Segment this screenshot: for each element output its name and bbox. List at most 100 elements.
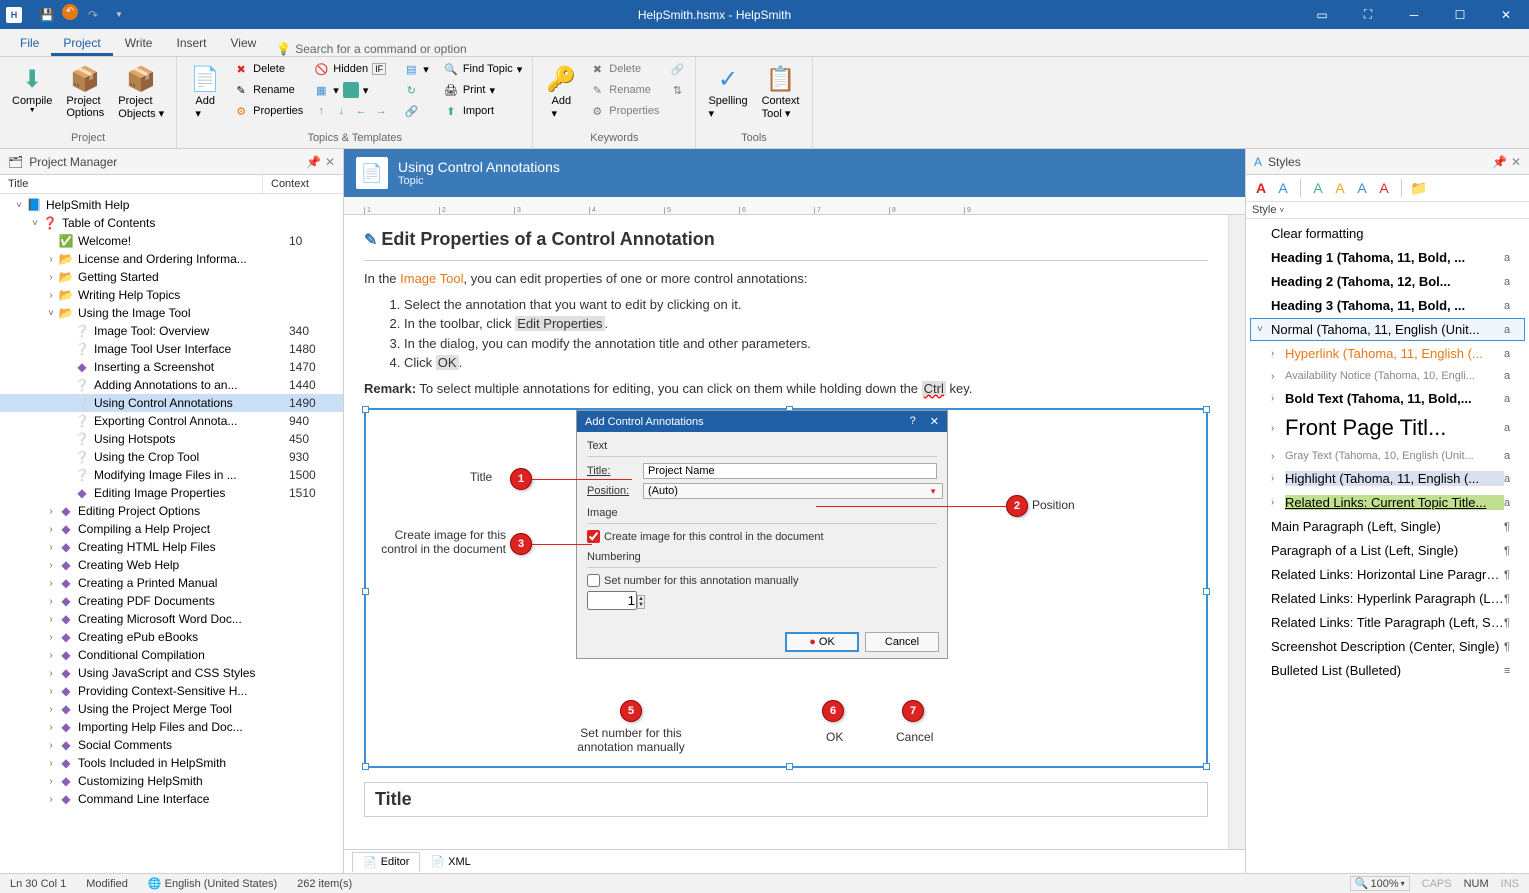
tree-row[interactable]: ›◆Creating Web Help: [0, 556, 343, 574]
focus-icon[interactable]: ⛶: [1345, 0, 1391, 29]
pin-icon[interactable]: 📌: [1492, 155, 1507, 169]
tree-row[interactable]: ›◆Conditional Compilation: [0, 646, 343, 664]
screenshot-frame[interactable]: Add Control Annotations?✕ Text Title: Po…: [364, 408, 1208, 768]
style-a-icon[interactable]: A: [1252, 179, 1270, 197]
tree-row[interactable]: ›◆Creating Microsoft Word Doc...: [0, 610, 343, 628]
minimize-icon[interactable]: ─: [1391, 0, 1437, 29]
layout-button[interactable]: ▦▾ ▾: [309, 80, 393, 100]
tree-row[interactable]: ❔Exporting Control Annota...940: [0, 412, 343, 430]
tree-row[interactable]: ›◆Creating PDF Documents: [0, 592, 343, 610]
editor-content[interactable]: Edit Properties of a Control Annotation …: [344, 215, 1228, 849]
zoom-control[interactable]: 🔍100%▾: [1350, 876, 1410, 891]
tree-row[interactable]: ›📂Writing Help Topics: [0, 286, 343, 304]
tree-row[interactable]: ›◆Editing Project Options: [0, 502, 343, 520]
pin-icon[interactable]: 📌: [306, 155, 321, 169]
tree-row[interactable]: ◆Inserting a Screenshot1470: [0, 358, 343, 376]
close-icon[interactable]: ✕: [1483, 0, 1529, 29]
tree-row[interactable]: ›◆Command Line Interface: [0, 790, 343, 808]
tree-row[interactable]: ❔Using Control Annotations1490: [0, 394, 343, 412]
redo-icon[interactable]: ↷: [82, 4, 104, 26]
properties-button[interactable]: ⚙Properties: [229, 101, 307, 121]
tree-row[interactable]: ❔Image Tool: Overview340: [0, 322, 343, 340]
tree-row[interactable]: ˅📂Using the Image Tool: [0, 304, 343, 322]
template-button[interactable]: ▤▾: [399, 59, 433, 79]
tree-row[interactable]: ˅❓Table of Contents: [0, 214, 343, 232]
style-row[interactable]: ›Front Page Titl...a: [1250, 411, 1525, 445]
style-row[interactable]: Heading 3 (Tahoma, 11, Bold, ...a: [1250, 294, 1525, 317]
tab-view[interactable]: View: [219, 30, 269, 56]
tree-row[interactable]: ›◆Compiling a Help Project: [0, 520, 343, 538]
link-button[interactable]: 🔗: [399, 101, 433, 121]
style-f-icon[interactable]: A: [1375, 179, 1393, 197]
style-row[interactable]: Related Links: Title Paragraph (Left, Si…: [1250, 611, 1525, 634]
rename-button[interactable]: ✎Rename: [229, 80, 307, 100]
tree-row[interactable]: ❔Using the Crop Tool930: [0, 448, 343, 466]
project-objects-button[interactable]: 📦ProjectObjects ▾: [112, 59, 170, 124]
maximize-icon[interactable]: ☐: [1437, 0, 1483, 29]
tree-row[interactable]: ›◆Customizing HelpSmith: [0, 772, 343, 790]
tree-row[interactable]: ❔Using Hotspots450: [0, 430, 343, 448]
style-row[interactable]: Heading 1 (Tahoma, 11, Bold, ...a: [1250, 246, 1525, 269]
style-c-icon[interactable]: A: [1309, 179, 1327, 197]
tree-row[interactable]: ›◆Tools Included in HelpSmith: [0, 754, 343, 772]
ribbon-display-icon[interactable]: ▭: [1299, 0, 1345, 29]
style-e-icon[interactable]: A: [1353, 179, 1371, 197]
style-row[interactable]: ˅Normal (Tahoma, 11, English (Unit...a: [1250, 318, 1525, 341]
style-row[interactable]: ›Bold Text (Tahoma, 11, Bold,...a: [1250, 387, 1525, 410]
find-topic-button[interactable]: 🔍Find Topic ▾: [439, 59, 526, 79]
image-tool-link[interactable]: Image Tool: [400, 271, 463, 286]
style-row[interactable]: ›Highlight (Tahoma, 11, English (...a: [1250, 467, 1525, 490]
qat-dropdown-icon[interactable]: ▼: [108, 4, 130, 26]
tree-row[interactable]: ˅📘HelpSmith Help: [0, 196, 343, 214]
styles-list[interactable]: Clear formatting Heading 1 (Tahoma, 11, …: [1246, 219, 1529, 873]
editor-scrollbar[interactable]: [1228, 215, 1245, 849]
save-icon[interactable]: 💾: [36, 4, 58, 26]
style-row[interactable]: Main Paragraph (Left, Single)¶: [1250, 515, 1525, 538]
hidden-button[interactable]: 🚫HiddenIF: [309, 59, 393, 79]
tree-row[interactable]: ›◆Creating ePub eBooks: [0, 628, 343, 646]
style-row[interactable]: Related Links: Horizontal Line Paragraph…: [1250, 563, 1525, 586]
panel-close-icon[interactable]: ✕: [1511, 155, 1521, 169]
topic-tree[interactable]: ˅📘HelpSmith Help˅❓Table of Contents✅Welc…: [0, 194, 343, 873]
style-row[interactable]: Paragraph of a List (Left, Single)¶: [1250, 539, 1525, 562]
style-row[interactable]: Bulleted List (Bulleted)≡: [1250, 659, 1525, 682]
context-tool-button[interactable]: 📋ContextTool ▾: [756, 59, 806, 124]
search-command[interactable]: 💡 Search for a command or option: [276, 42, 466, 56]
tree-row[interactable]: ✅Welcome!10: [0, 232, 343, 250]
refresh-button[interactable]: ↻: [399, 80, 433, 100]
style-row[interactable]: ›Gray Text (Tahoma, 10, English (Unit...…: [1250, 446, 1525, 466]
style-dropdown[interactable]: Style ˅: [1246, 202, 1529, 219]
tree-row[interactable]: ❔Image Tool User Interface1480: [0, 340, 343, 358]
tree-row[interactable]: ›📂Getting Started: [0, 268, 343, 286]
tree-row[interactable]: ›◆Creating a Printed Manual: [0, 574, 343, 592]
tab-project[interactable]: Project: [51, 30, 112, 56]
print-button[interactable]: 🖨Print ▾: [439, 80, 526, 100]
panel-close-icon[interactable]: ✕: [325, 155, 335, 169]
tab-file[interactable]: File: [8, 30, 51, 56]
style-row[interactable]: ›Hyperlink (Tahoma, 11, English (...a: [1250, 342, 1525, 365]
project-options-button[interactable]: 📦ProjectOptions: [60, 59, 110, 123]
tab-write[interactable]: Write: [113, 30, 165, 56]
style-row[interactable]: Related Links: Hyperlink Paragraph (Left…: [1250, 587, 1525, 610]
ruler[interactable]: 123456789: [344, 197, 1245, 215]
tab-editor[interactable]: 📄Editor: [352, 852, 420, 873]
undo-icon[interactable]: ↶: [62, 4, 78, 20]
tree-row[interactable]: ›◆Social Comments: [0, 736, 343, 754]
tree-row[interactable]: ›◆Creating HTML Help Files: [0, 538, 343, 556]
tree-row[interactable]: ›📂License and Ordering Informa...: [0, 250, 343, 268]
style-d-icon[interactable]: A: [1331, 179, 1349, 197]
style-b-icon[interactable]: A: [1274, 179, 1292, 197]
add-topic-button[interactable]: 📄Add▾: [183, 59, 227, 124]
language-status[interactable]: 🌐 English (United States): [148, 877, 277, 890]
style-row[interactable]: ›Related Links: Current Topic Title...a: [1250, 491, 1525, 514]
delete-button[interactable]: ✖Delete: [229, 59, 307, 79]
tab-insert[interactable]: Insert: [164, 30, 218, 56]
tree-row[interactable]: ›◆Using JavaScript and CSS Styles: [0, 664, 343, 682]
nav-button[interactable]: ↑↓←→: [309, 101, 393, 121]
style-row[interactable]: Heading 2 (Tahoma, 12, Bol...a: [1250, 270, 1525, 293]
clear-formatting[interactable]: Clear formatting: [1250, 222, 1525, 245]
style-row[interactable]: ›Availability Notice (Tahoma, 10, Engli.…: [1250, 366, 1525, 386]
tree-row[interactable]: ❔Modifying Image Files in ...1500: [0, 466, 343, 484]
tree-row[interactable]: ❔Adding Annotations to an...1440: [0, 376, 343, 394]
spelling-button[interactable]: ✓Spelling▾: [702, 59, 753, 124]
